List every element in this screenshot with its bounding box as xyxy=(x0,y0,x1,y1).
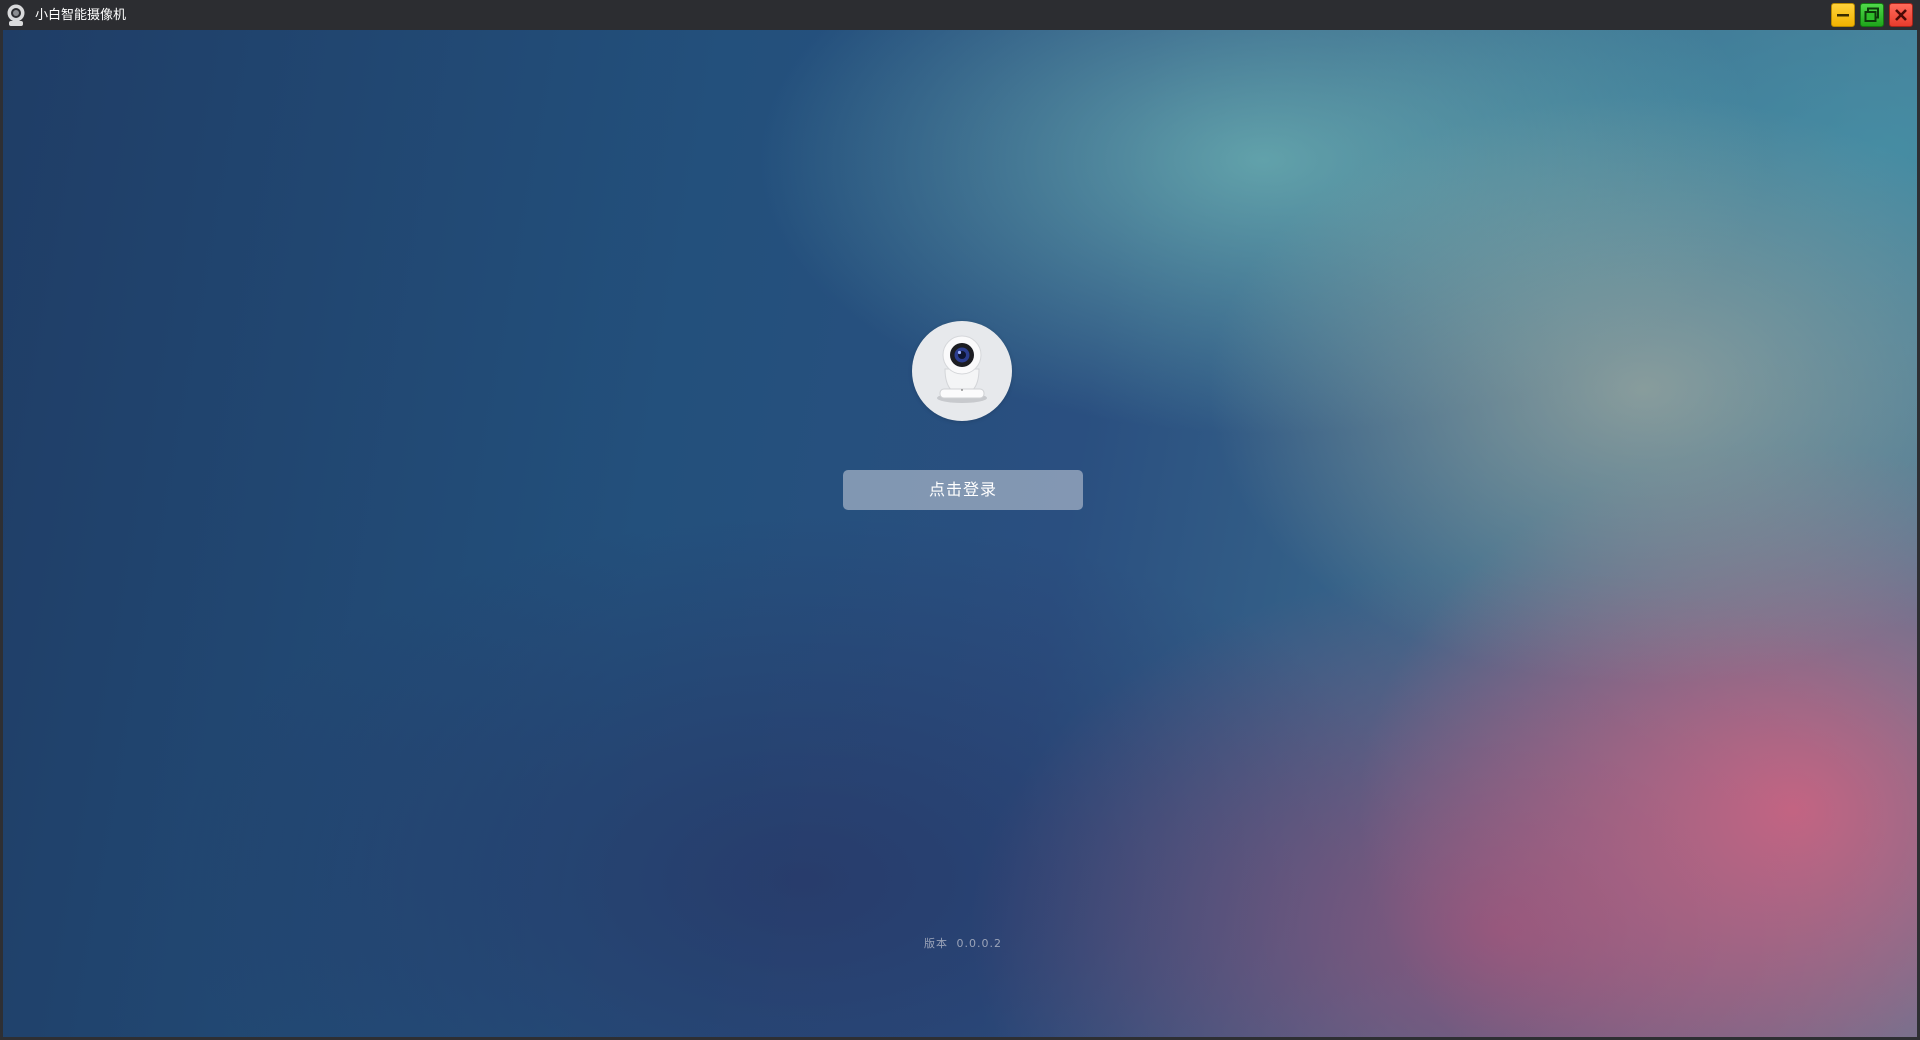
minimize-button[interactable] xyxy=(1831,3,1855,27)
window-title: 小白智能摄像机 xyxy=(35,8,127,23)
version-label: 版本 xyxy=(924,937,948,950)
webcam-icon xyxy=(5,3,27,27)
title-bar[interactable]: 小白智能摄像机 xyxy=(0,0,1920,30)
close-button[interactable] xyxy=(1889,3,1913,27)
close-icon xyxy=(1895,9,1907,21)
security-camera-icon xyxy=(937,335,987,403)
version-info: 版本 0.0.0.2 xyxy=(883,935,1043,951)
app-window: 小白智能摄像机 点击登录 版本 0.0.0.2 xyxy=(0,0,1920,1040)
maximize-icon xyxy=(1864,7,1879,22)
version-number: 0.0.0.2 xyxy=(956,937,1002,950)
login-background: 点击登录 版本 0.0.0.2 xyxy=(3,30,1917,1037)
maximize-button[interactable] xyxy=(1860,3,1884,27)
minimize-icon xyxy=(1837,14,1849,17)
camera-avatar xyxy=(912,321,1012,421)
login-button[interactable]: 点击登录 xyxy=(843,470,1083,510)
